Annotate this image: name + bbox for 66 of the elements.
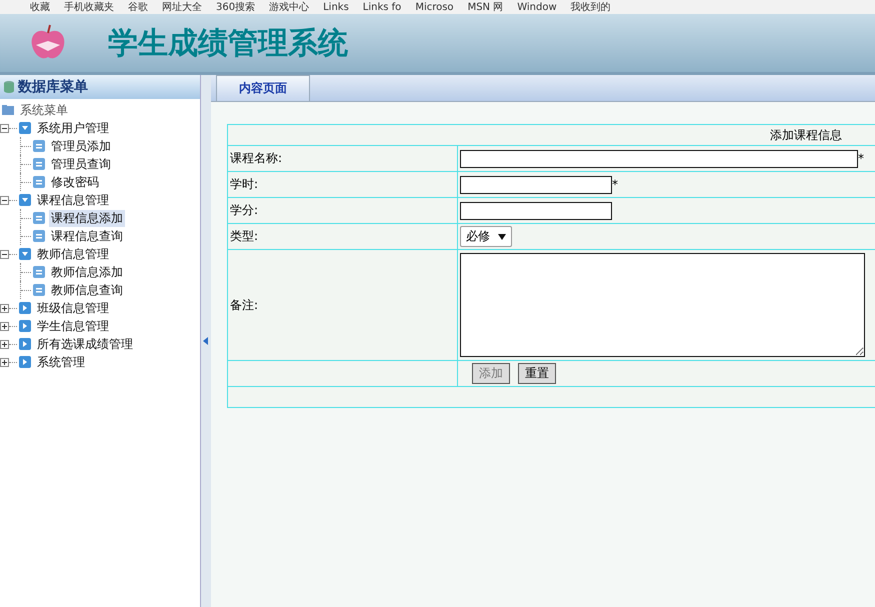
tree-folder[interactable]: 所有选课成绩管理 [35, 336, 135, 352]
content-tab[interactable]: 内容页面 [216, 75, 310, 101]
field-label: 学时: [230, 177, 258, 191]
sidebar-title: 数据库菜单 [18, 78, 88, 96]
bookmark-link[interactable]: Microso [415, 2, 454, 12]
tree-folder[interactable]: 班级信息管理 [35, 300, 111, 316]
bookmark-link[interactable]: Links [323, 2, 349, 12]
system-title: 学生成绩管理系统 [108, 24, 348, 62]
form-button[interactable]: 重置 [518, 363, 556, 384]
tree-item[interactable]: 教师信息查询 [49, 282, 125, 298]
document-icon [33, 176, 45, 188]
bookmark-link[interactable]: 360搜索 [216, 0, 256, 14]
expand-toggle-icon[interactable] [0, 322, 9, 330]
left-arrow-icon [203, 337, 209, 345]
field-label: 课程名称: [230, 151, 282, 165]
textarea-field[interactable] [460, 253, 865, 357]
bookmark-link[interactable]: Window [517, 2, 557, 12]
bookmark-link[interactable]: 谷歌 [128, 0, 148, 14]
expand-toggle-icon[interactable] [0, 250, 9, 258]
bookmark-link[interactable]: 我收到的 [570, 0, 611, 14]
database-icon [2, 80, 16, 94]
folder-icon [2, 104, 14, 116]
bookmark-link[interactable]: 手机收藏夹 [64, 0, 114, 14]
document-icon [33, 230, 45, 242]
tree-root-label[interactable]: 系统菜单 [18, 102, 70, 118]
document-icon [33, 212, 45, 224]
input-field[interactable] [460, 150, 858, 168]
expand-toggle-icon[interactable] [0, 358, 9, 366]
dropdown-arrow-icon [498, 234, 506, 240]
tree-folder[interactable]: 系统用户管理 [35, 120, 111, 136]
expand-toggle-icon[interactable] [0, 340, 9, 348]
play-icon [19, 356, 31, 368]
tree-item[interactable]: 管理员添加 [49, 138, 113, 154]
field-label: 备注: [230, 298, 258, 312]
tree-folder[interactable]: 课程信息管理 [35, 192, 111, 208]
tree-item[interactable]: 教师信息添加 [49, 264, 125, 280]
tree-item[interactable]: 修改密码 [49, 174, 101, 190]
required-mark: * [612, 176, 618, 191]
tree-folder[interactable]: 系统管理 [35, 354, 87, 370]
input-field[interactable] [460, 176, 612, 194]
field-label: 类型: [230, 229, 258, 243]
bookmark-link[interactable]: Links fo [362, 2, 402, 12]
tree-item[interactable]: 管理员查询 [49, 156, 113, 172]
tree-folder[interactable]: 学生信息管理 [35, 318, 111, 334]
expand-toggle-icon[interactable] [0, 124, 9, 132]
bookmark-link[interactable]: 网址大全 [162, 0, 202, 14]
bookmark-link[interactable]: 收藏 [30, 0, 50, 14]
play-icon [19, 302, 31, 314]
play-icon [19, 320, 31, 332]
document-icon [33, 266, 45, 278]
play-icon [19, 338, 31, 350]
bookmark-link[interactable]: MSN 网 [468, 0, 504, 14]
tree-item[interactable]: 课程信息查询 [49, 228, 125, 244]
tree-item[interactable]: 课程信息添加 [49, 210, 125, 226]
tree-folder[interactable]: 教师信息管理 [35, 246, 111, 262]
form-title: 添加课程信息 [770, 128, 842, 142]
document-icon [33, 140, 45, 152]
required-mark: * [858, 150, 864, 165]
input-field[interactable] [460, 202, 612, 220]
expand-toggle-icon[interactable] [0, 196, 9, 204]
bookmark-link[interactable]: 游戏中心 [269, 0, 310, 14]
document-icon [33, 284, 45, 296]
expand-toggle-icon[interactable] [0, 304, 9, 312]
document-icon [33, 158, 45, 170]
field-label: 学分: [230, 203, 258, 217]
type-dropdown[interactable]: 必修 [460, 226, 512, 247]
